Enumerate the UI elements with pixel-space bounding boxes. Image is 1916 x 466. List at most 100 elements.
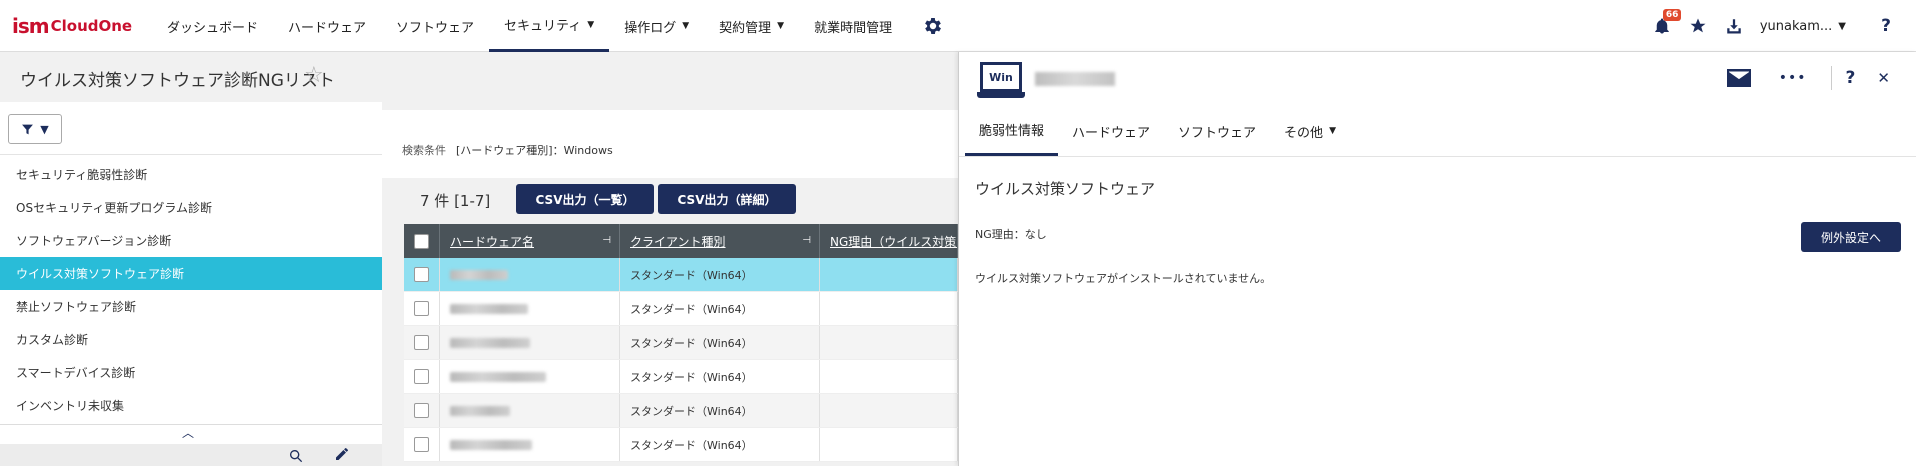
chevron-up-icon[interactable]: ︿ [182,424,194,441]
column-hardware-name[interactable]: ハードウェア名 ⊣ [440,224,620,258]
status-message: ウイルス対策ソフトウェアがインストールされていません。 [975,272,1272,285]
nav-security-label: セキュリティ [504,19,582,34]
nav-dashboard-label: ダッシュボード [167,20,259,36]
row-checkbox[interactable] [414,267,429,282]
sidebar: ▼ セキュリティ脆弱性診断 OSセキュリティ更新プログラム診断 ソフトウェアバー… [0,102,382,466]
nav-working-hours[interactable]: 就業時間管理 [799,0,907,52]
panel-actions: ••• ? ✕ [1699,66,1890,90]
column-hardware-name-label: ハードウェア名 [450,234,535,249]
chevron-down-icon[interactable]: ▼ [1838,21,1846,32]
client-type-cell: スタンダード（Win64） [620,292,820,325]
table-row[interactable]: スタンダード（Win64） [404,394,958,428]
csv-export-summary-button[interactable]: CSV出力（一覧） [516,184,654,214]
client-type-cell: スタンダード（Win64） [620,360,820,393]
tab-hardware-label: ハードウェア [1072,125,1151,141]
row-checkbox[interactable] [414,403,429,418]
logo[interactable]: ism CloudOne [12,14,132,38]
select-all-checkbox[interactable] [414,233,429,249]
user-menu[interactable]: yunakam... [1760,19,1832,34]
pin-icon[interactable]: ⊣ [802,235,811,246]
nav-hardware[interactable]: ハードウェア [273,0,381,52]
hardware-name-cell[interactable] [440,394,620,427]
pin-icon[interactable]: ⊣ [602,235,611,246]
tab-hardware[interactable]: ハードウェア [1058,106,1164,156]
redacted-hostname [450,337,530,348]
tab-other[interactable]: その他 ▼ [1270,106,1350,156]
row-checkbox[interactable] [414,369,429,384]
filter-button[interactable]: ▼ [8,114,62,144]
notification-count-badge: 66 [1662,9,1682,21]
sidebar-item-inventory-uncollected[interactable]: インベントリ未収集 [0,389,382,422]
ng-reason-cell [820,326,958,359]
client-type-cell: スタンダード（Win64） [620,326,820,359]
favorite-star-icon[interactable]: ☆ [304,63,324,88]
favorites-button[interactable] [1680,17,1716,35]
mail-icon [1726,69,1751,87]
sidebar-item-prohibited-software[interactable]: 禁止ソフトウェア診断 [0,290,382,323]
search-condition-box: 検索条件 [ハードウェア種別]：Windows [382,110,958,178]
download-icon [1727,19,1741,34]
close-icon[interactable]: ✕ [1877,69,1890,87]
tab-vulnerability-label: 脆弱性情報 [979,124,1045,139]
tab-software-label: ソフトウェア [1178,125,1257,141]
pencil-icon[interactable] [334,446,350,462]
table-row[interactable]: スタンダード（Win64） [404,428,958,462]
nav-dashboard[interactable]: ダッシュボード [152,0,273,52]
nav-security[interactable]: セキュリティ ▼ [489,0,610,52]
table-row[interactable]: スタンダード（Win64） [404,258,958,292]
download-button[interactable] [1716,17,1752,35]
hardware-name-cell[interactable] [440,360,620,393]
sidebar-item-software-version[interactable]: ソフトウェアバージョン診断 [0,224,382,257]
nav-software-label: ソフトウェア [396,20,475,36]
nav-software[interactable]: ソフトウェア [381,0,489,52]
hardware-name-cell[interactable] [440,428,620,461]
ng-reason-cell [820,428,958,461]
csv-export-detail-button[interactable]: CSV出力（詳細） [658,184,796,214]
row-checkbox-cell [404,360,440,393]
result-count: 7 件 [1-7] [420,192,491,210]
nav-operation-log[interactable]: 操作ログ ▼ [609,0,704,52]
column-ng-reason[interactable]: NG理由（ウイルス対策ソフ [820,224,958,258]
chevron-down-icon: ▼ [587,19,595,30]
chevron-down-icon: ▼ [40,122,49,136]
sidebar-item-os-update[interactable]: OSセキュリティ更新プログラム診断 [0,191,382,224]
table-row[interactable]: スタンダード（Win64） [404,292,958,326]
sidebar-item-custom[interactable]: カスタム診断 [0,323,382,356]
hardware-name-cell[interactable] [440,326,620,359]
more-button[interactable]: ••• [1779,70,1807,86]
sidebar-item-vulnerability[interactable]: セキュリティ脆弱性診断 [0,158,382,191]
search-icon[interactable] [288,448,304,464]
chevron-down-icon: ▼ [777,21,785,31]
row-checkbox[interactable] [414,335,429,350]
logo-cloud-text: CloudOne [50,17,133,35]
tab-software[interactable]: ソフトウェア [1164,106,1270,156]
pc-base [977,92,1025,98]
column-client-type[interactable]: クライアント種別 ⊣ [620,224,820,258]
hardware-name-cell[interactable] [440,292,620,325]
redacted-hostname [450,303,528,314]
page-title-bar: ウイルス対策ソフトウェア診断NGリスト ☆ [0,52,958,102]
table-row[interactable]: スタンダード（Win64） [404,360,958,394]
pc-screen: Win [980,62,1022,92]
logo-ism-text: ism [12,14,50,38]
table-row[interactable]: スタンダード（Win64） [404,326,958,360]
sidebar-item-antivirus[interactable]: ウイルス対策ソフトウェア診断 [0,257,382,290]
help-icon[interactable]: ? [1868,16,1904,36]
nav-contract[interactable]: 契約管理 ▼ [704,0,799,52]
page-title: ウイルス対策ソフトウェア診断NGリスト [20,71,335,91]
client-type-cell: スタンダード（Win64） [620,258,820,291]
row-checkbox[interactable] [414,301,429,316]
row-checkbox[interactable] [414,437,429,452]
sidebar-item-smart-device[interactable]: スマートデバイス診断 [0,356,382,389]
tab-vulnerability[interactable]: 脆弱性情報 [965,106,1059,156]
mail-button[interactable] [1726,69,1751,87]
settings-button[interactable] [907,0,959,52]
exception-settings-button[interactable]: 例外設定へ [1801,222,1901,252]
client-type-cell: スタンダード（Win64） [620,428,820,461]
hardware-name-cell[interactable] [440,258,620,291]
notification-button[interactable]: 66 [1644,9,1682,35]
redacted-hostname [450,269,508,280]
help-icon[interactable]: ? [1846,68,1856,88]
top-nav: ism CloudOne ダッシュボード ハードウェア ソフトウェア セキュリテ… [0,0,1916,52]
ng-list-table: ハードウェア名 ⊣ クライアント種別 ⊣ NG理由（ウイルス対策ソフ スタンダード（… [404,224,958,462]
